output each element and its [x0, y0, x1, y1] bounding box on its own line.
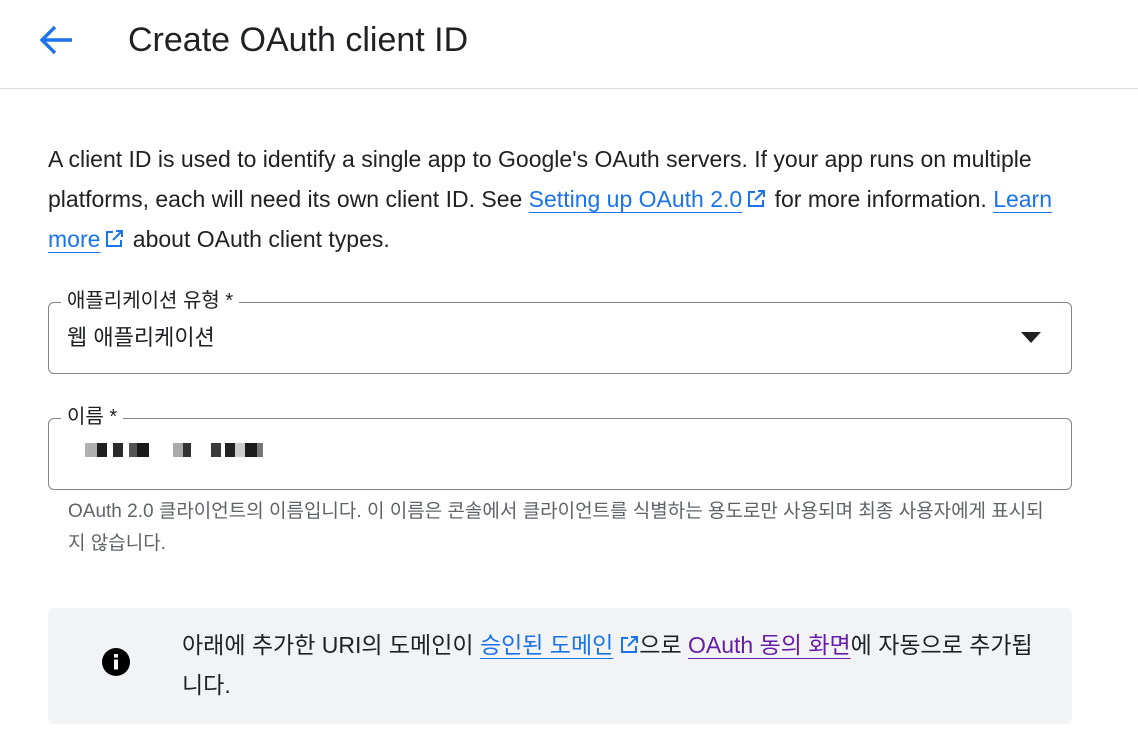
intro-text-2: for more information. [768, 186, 994, 212]
external-link-icon [748, 190, 766, 207]
info-icon [102, 648, 130, 676]
name-hint-text: OAuth 2.0 클라이언트의 이름입니다. 이 이름은 콘솔에서 클라이언트… [68, 501, 1044, 554]
intro-description: A client ID is used to identify a single… [48, 139, 1078, 259]
intro-text-3: about OAuth client types. [126, 226, 390, 252]
arrow-left-icon [39, 25, 72, 55]
info-text-1: 아래에 추가한 URI의 도메인이 [182, 632, 480, 658]
dropdown-arrow-icon [1021, 332, 1041, 343]
domain-info-callout: 아래에 추가한 URI의 도메인이 승인된 도메인 으로 OAuth 동의 화면에… [48, 608, 1072, 724]
name-input[interactable]: 이름 * [48, 402, 1072, 490]
page-header: Create OAuth client ID [0, 0, 1138, 89]
page-title: Create OAuth client ID [128, 21, 469, 59]
application-type-value: 웹 애플리케이션 [67, 325, 215, 350]
domain-info-text: 아래에 추가한 URI의 도메인이 승인된 도메인 으로 OAuth 동의 화면에… [182, 625, 1042, 705]
info-text-2: 으로 [639, 632, 689, 658]
back-button[interactable] [36, 22, 76, 58]
redacted-name-value [85, 443, 315, 457]
authorized-domains-link[interactable]: 승인된 도메인 [480, 632, 613, 658]
oauth-consent-screen-link[interactable]: OAuth 동의 화면 [688, 632, 851, 658]
setting-up-oauth-link[interactable]: Setting up OAuth 2.0 [529, 186, 743, 212]
external-link-icon [106, 230, 124, 247]
application-type-select[interactable]: 애플리케이션 유형 * 웹 애플리케이션 [48, 286, 1072, 374]
external-link-icon [621, 636, 639, 653]
application-type-label: 애플리케이션 유형 * [61, 286, 240, 316]
name-label: 이름 * [61, 402, 124, 432]
